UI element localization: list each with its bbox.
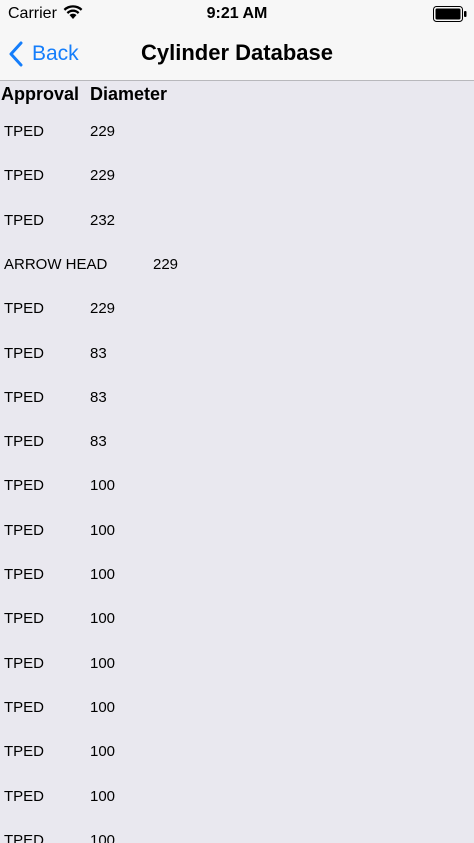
cell-approval: TPED xyxy=(4,832,45,843)
table-row[interactable]: TPED 100 xyxy=(0,476,474,496)
table-row[interactable]: TPED 100 xyxy=(0,609,474,629)
cell-diameter: 100 xyxy=(90,788,116,805)
cell-approval: TPED xyxy=(4,300,45,317)
cell-approval: TPED xyxy=(4,788,45,805)
cell-approval: TPED xyxy=(4,566,45,583)
table-row[interactable]: TPED 229 xyxy=(0,122,474,142)
cell-diameter: 100 xyxy=(90,477,116,494)
table-row[interactable]: TPED 83 xyxy=(0,344,474,364)
table-row[interactable]: TPED 229 xyxy=(0,299,474,319)
cell-diameter: 83 xyxy=(90,345,107,362)
column-header-approval: Approval xyxy=(1,84,80,104)
column-header-diameter: Diameter xyxy=(90,84,168,104)
cell-diameter: 100 xyxy=(90,610,116,627)
table-row[interactable]: TPED 100 xyxy=(0,742,474,762)
table-row[interactable]: TPED 100 xyxy=(0,521,474,541)
table-row[interactable]: TPED 83 xyxy=(0,432,474,452)
cell-diameter: 100 xyxy=(90,522,116,539)
page-title-text: Cylinder Database xyxy=(141,40,333,65)
cell-diameter: 229 xyxy=(90,300,116,317)
cell-approval: TPED xyxy=(4,699,45,716)
cell-diameter: 229 xyxy=(153,256,179,273)
navigation-bar: Back Cylinder Database xyxy=(0,28,474,81)
status-time: 9:21 AM xyxy=(206,5,268,22)
cell-diameter: 229 xyxy=(90,167,116,184)
table-row[interactable]: TPED 83 xyxy=(0,388,474,408)
cell-diameter: 100 xyxy=(90,566,116,583)
cylinder-table[interactable]: Approval Diameter TPED 229 TPED 229 TPED 232 A… xyxy=(0,81,474,843)
cell-approval: TPED xyxy=(4,477,45,494)
status-bar: Carrier 9:21 AM xyxy=(0,0,474,28)
cell-diameter: 229 xyxy=(90,123,116,140)
chevron-left-icon xyxy=(9,41,23,67)
cell-approval: TPED xyxy=(4,345,45,362)
table-row[interactable]: ARROW HEAD 229 xyxy=(0,255,474,275)
cell-approval: TPED xyxy=(4,123,45,140)
cell-diameter: 83 xyxy=(90,389,107,406)
cell-approval: TPED xyxy=(4,610,45,627)
back-button[interactable]: Back xyxy=(8,37,79,71)
table-row[interactable]: TPED 100 xyxy=(0,654,474,674)
table-row[interactable]: TPED 229 xyxy=(0,166,474,186)
table-row[interactable]: TPED 232 xyxy=(0,211,474,231)
cell-diameter: 232 xyxy=(90,212,116,229)
cell-diameter: 100 xyxy=(90,743,116,760)
cell-approval: TPED xyxy=(4,743,45,760)
cell-diameter: 83 xyxy=(90,433,107,450)
cell-diameter: 100 xyxy=(90,655,116,672)
table-row[interactable]: TPED 100 xyxy=(0,787,474,807)
cell-approval: TPED xyxy=(4,167,45,184)
table-row[interactable]: TPED 100 xyxy=(0,698,474,718)
cell-approval: TPED xyxy=(4,522,45,539)
cell-approval: TPED xyxy=(4,212,45,229)
battery-icon xyxy=(433,6,467,22)
cell-approval: ARROW HEAD xyxy=(4,256,108,273)
cell-diameter: 100 xyxy=(90,832,116,843)
cell-approval: TPED xyxy=(4,389,45,406)
table-row[interactable]: TPED 100 xyxy=(0,831,474,843)
back-button-label: Back xyxy=(32,42,79,65)
cell-diameter: 100 xyxy=(90,699,116,716)
cell-approval: TPED xyxy=(4,433,45,450)
cell-approval: TPED xyxy=(4,655,45,672)
table-row[interactable]: TPED 100 xyxy=(0,565,474,585)
